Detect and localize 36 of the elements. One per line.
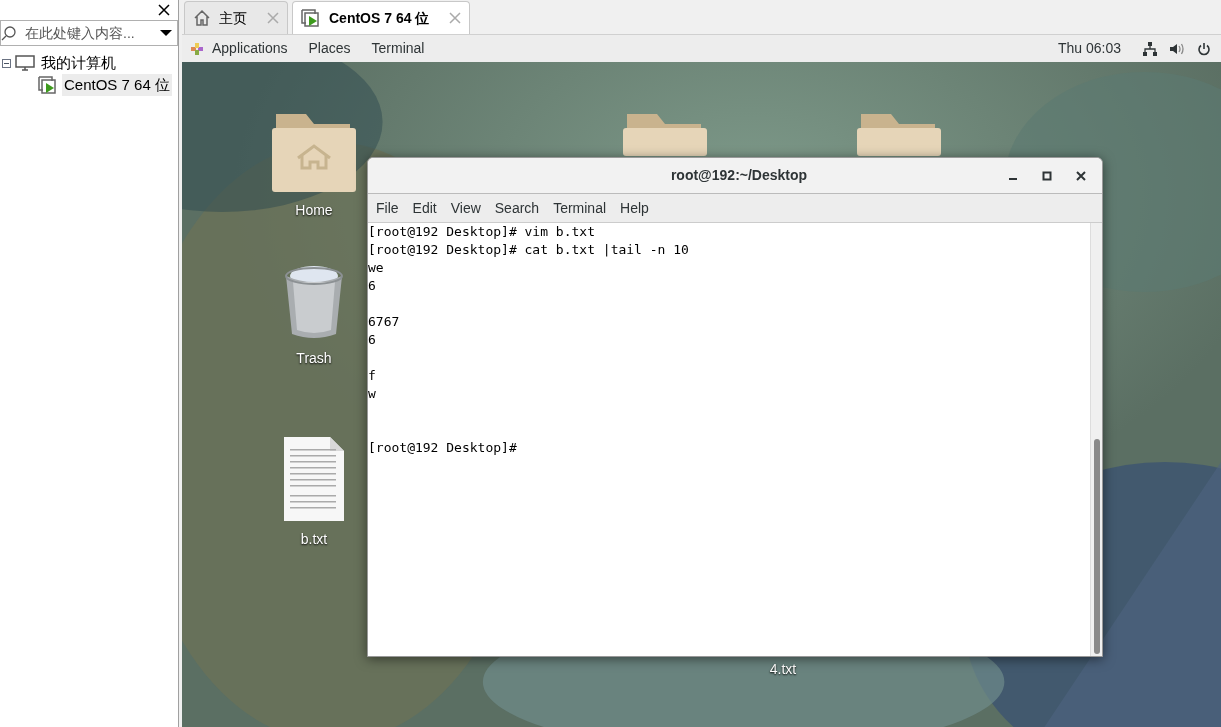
- search-field[interactable]: 在此处键入内容...: [0, 20, 178, 46]
- power-icon[interactable]: [1197, 41, 1211, 56]
- tree-item[interactable]: CentOS 7 64 位: [62, 73, 172, 97]
- menu-item[interactable]: View: [450, 197, 481, 219]
- home-icon: [193, 9, 211, 27]
- computer-icon: [15, 55, 35, 71]
- menu-item[interactable]: Terminal: [553, 197, 607, 219]
- clock[interactable]: Thu 06:03: [1057, 38, 1121, 59]
- menu-item[interactable]: File: [376, 197, 399, 219]
- tab[interactable]: 主页: [184, 1, 288, 34]
- close-icon[interactable]: [158, 4, 170, 16]
- search-icon: [1, 25, 17, 41]
- dropdown-arrow-icon[interactable]: [159, 29, 173, 37]
- menu-item[interactable]: Help: [620, 197, 649, 219]
- vm-icon: [38, 76, 58, 94]
- window-title: root@192:~/Desktop: [670, 166, 808, 185]
- icon-label: Trash: [296, 349, 332, 368]
- network-icon[interactable]: [1143, 41, 1157, 56]
- tree-item[interactable]: 我的计算机: [39, 51, 118, 75]
- icon-label: Home: [295, 201, 333, 220]
- icon-label: b.txt: [300, 530, 328, 549]
- applications-icon: [190, 41, 204, 56]
- top-bar-menu[interactable]: Terminal: [371, 38, 425, 59]
- vm-icon: [301, 9, 321, 27]
- volume-icon[interactable]: [1169, 41, 1185, 56]
- maximize-icon[interactable]: [1042, 170, 1052, 181]
- menu-item[interactable]: Edit: [412, 197, 437, 219]
- top-bar-menu[interactable]: Applications: [212, 38, 288, 59]
- top-bar-menu[interactable]: Places: [308, 38, 351, 59]
- terminal-output: [root@192 Desktop]# vim b.txt [root@192 Desktop]# cat b.txt |tail -n 10 we 6 6767 6 f w [root@192 Desktop]#: [368, 223, 690, 457]
- scrollbar-thumb[interactable]: [1093, 439, 1100, 654]
- close-icon[interactable]: [1076, 170, 1086, 181]
- menu-item[interactable]: Search: [494, 197, 540, 219]
- collapse-toggle-icon[interactable]: [2, 58, 11, 68]
- icon-label: 4.txt: [769, 660, 797, 679]
- tab[interactable]: CentOS 7 64 位: [292, 1, 471, 34]
